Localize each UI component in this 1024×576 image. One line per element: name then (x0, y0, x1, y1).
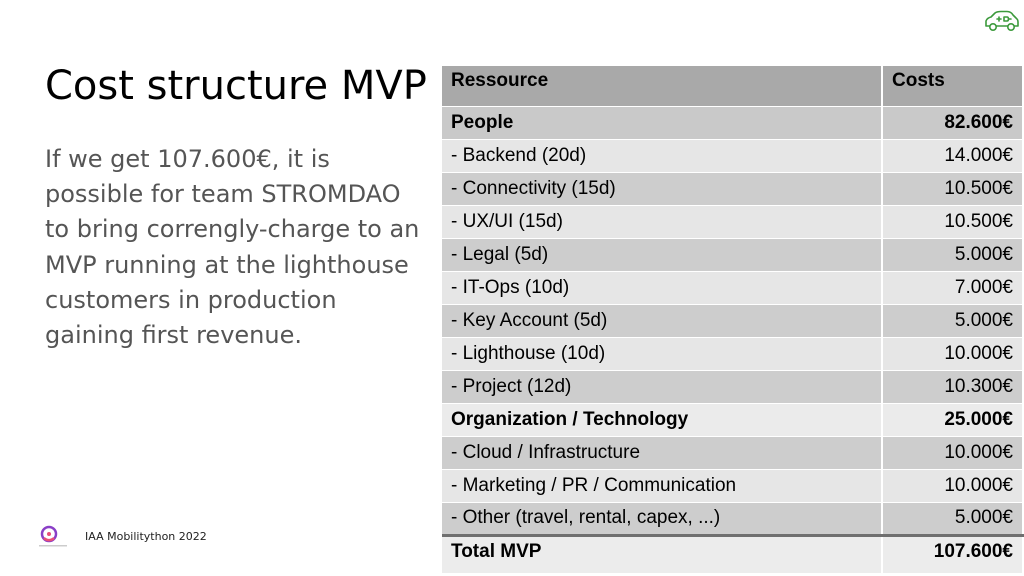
table-row: - Legal (5d) 5.000€ (442, 238, 1024, 272)
total-label: Total MVP (442, 533, 883, 574)
table-row: - IT-Ops (10d) 7.000€ (442, 271, 1024, 305)
table-row: - Marketing / PR / Communication 10.000€ (442, 469, 1024, 503)
cost-table: Ressource Costs People 82.600€ - Backend… (442, 66, 1024, 574)
table-row: - Connectivity (15d) 10.500€ (442, 172, 1024, 206)
row-label: - Legal (5d) (442, 238, 883, 272)
row-label: - UX/UI (15d) (442, 205, 883, 239)
row-cost: 10.000€ (882, 436, 1024, 470)
table-row: - UX/UI (15d) 10.500€ (442, 205, 1024, 239)
row-cost: 5.000€ (882, 502, 1024, 536)
row-cost: 10.300€ (882, 370, 1024, 404)
row-label: - Key Account (5d) (442, 304, 883, 338)
row-label: - Cloud / Infrastructure (442, 436, 883, 470)
row-cost: 10.500€ (882, 205, 1024, 239)
row-label: People (442, 106, 883, 140)
row-label: - Other (travel, rental, capex, ...) (442, 502, 883, 536)
row-cost: 7.000€ (882, 271, 1024, 305)
table-total-row: Total MVP 107.600€ (442, 533, 1024, 574)
table-row: - Project (12d) 10.300€ (442, 370, 1024, 404)
table-row: Organization / Technology 25.000€ (442, 403, 1024, 437)
row-cost: 5.000€ (882, 304, 1024, 338)
row-label: - Project (12d) (442, 370, 883, 404)
table-row: - Backend (20d) 14.000€ (442, 139, 1024, 173)
table-row: - Lighthouse (10d) 10.000€ (442, 337, 1024, 371)
row-cost: 25.000€ (882, 403, 1024, 437)
table-row: - Key Account (5d) 5.000€ (442, 304, 1024, 338)
slide-body-text: If we get 107.600€, it is possible for t… (45, 145, 420, 350)
row-cost: 14.000€ (882, 139, 1024, 173)
row-label: - Lighthouse (10d) (442, 337, 883, 371)
column-header-costs: Costs (882, 66, 1024, 107)
row-cost: 10.500€ (882, 172, 1024, 206)
row-label: - IT-Ops (10d) (442, 271, 883, 305)
table-row: People 82.600€ (442, 106, 1024, 140)
row-cost: 10.000€ (882, 469, 1024, 503)
column-header-ressource: Ressource (442, 66, 883, 107)
electric-car-icon (985, 10, 1019, 32)
row-label: - Backend (20d) (442, 139, 883, 173)
row-label: Organization / Technology (442, 403, 883, 437)
row-label: - Marketing / PR / Communication (442, 469, 883, 503)
corrently-logo (39, 525, 67, 547)
row-cost: 82.600€ (882, 106, 1024, 140)
table-row: - Other (travel, rental, capex, ...) 5.0… (442, 502, 1024, 536)
footer-text: IAA Mobilitython 2022 (85, 530, 207, 543)
row-cost: 5.000€ (882, 238, 1024, 272)
table-header-row: Ressource Costs (442, 66, 1024, 107)
table-row: - Cloud / Infrastructure 10.000€ (442, 436, 1024, 470)
total-cost: 107.600€ (882, 533, 1024, 574)
row-cost: 10.000€ (882, 337, 1024, 371)
slide-title: Cost structure MVP (45, 63, 427, 109)
row-label: - Connectivity (15d) (442, 172, 883, 206)
